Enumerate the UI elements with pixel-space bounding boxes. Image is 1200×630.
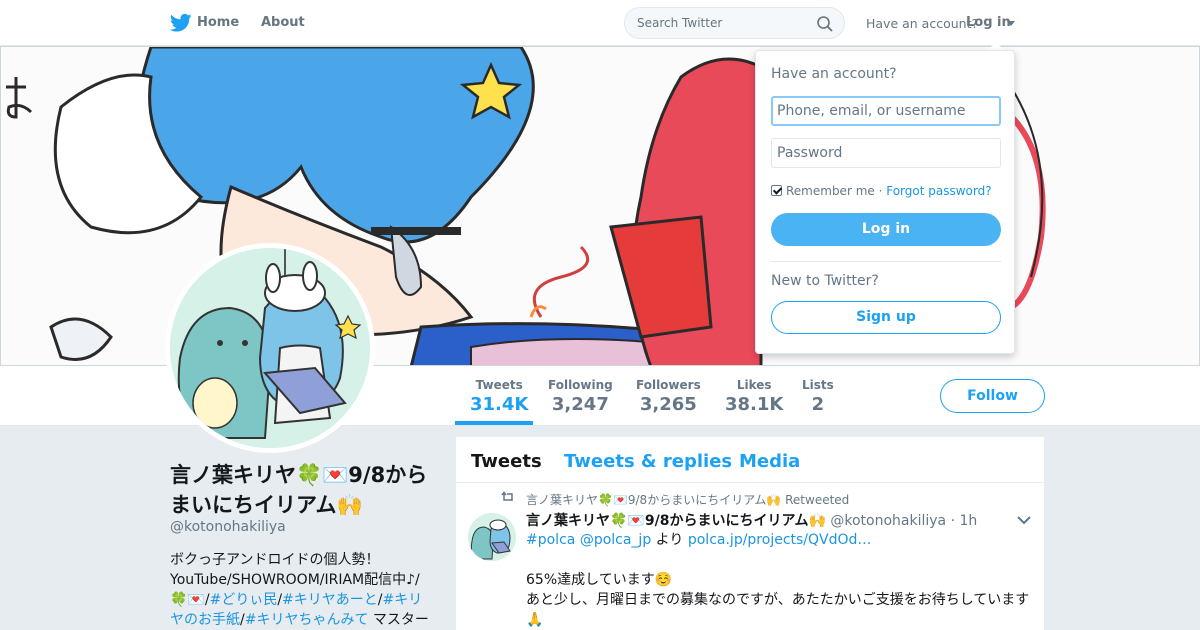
tweet-url-link[interactable]: polca.jp/projects/QVdOd… [688, 532, 872, 548]
separator-dot: · [874, 184, 887, 198]
tweet-author-handle[interactable]: @kotonohakiliya [830, 513, 946, 529]
profile-handle[interactable]: @kotonohakiliya [170, 519, 286, 535]
stat-likes-label: Likes [736, 378, 772, 392]
stat-followers-value: 3,265 [639, 394, 697, 415]
stat-tweets[interactable]: Tweets 31.4K [470, 378, 528, 415]
profile-display-name[interactable]: 言ノ葉キリヤ🍀💌9/8からまいにちイリアム🙌 [170, 460, 440, 520]
bio-hashtag-link[interactable]: #どりぃ民 [210, 592, 278, 608]
tweet-text-line4: 🙏 [526, 612, 544, 628]
active-tab-underline [455, 421, 533, 425]
chevron-down-icon[interactable] [1016, 515, 1032, 525]
login-dropdown-toggle[interactable]: Log in [966, 15, 1011, 30]
stat-tweets-label: Tweets [475, 378, 523, 392]
stat-likes[interactable]: Likes 38.1K [725, 378, 783, 415]
login-dropdown-title: Have an account? [771, 66, 897, 82]
tweet-item[interactable]: 言ノ葉キリヤ🍀💌9/8からまいにちイリアム🙌 Retweeted 言ノ葉キリヤ🍀… [456, 437, 1044, 630]
stat-lists[interactable]: Lists 2 [802, 378, 834, 415]
top-navigation-bar: Home About Search Twitter Have an accoun… [0, 0, 1200, 46]
stat-following-label: Following [548, 378, 613, 392]
stat-lists-label: Lists [802, 378, 834, 392]
retweet-icon [501, 491, 513, 501]
bio-emoji: 🍀💌/ [170, 592, 210, 608]
bio-text-line2: YouTube/SHOWROOM/IRIAM配信中♪/ [170, 572, 420, 588]
username-input[interactable]: Phone, email, or username [771, 96, 1001, 126]
retweeted-by-text[interactable]: 言ノ葉キリヤ🍀💌9/8からまいにちイリアム🙌 Retweeted [526, 491, 849, 508]
login-dropdown: Have an account? Phone, email, or userna… [755, 50, 1015, 354]
follow-button[interactable]: Follow [940, 379, 1045, 413]
stat-likes-value: 38.1K [725, 394, 784, 415]
avatar-illustration [170, 248, 370, 448]
bio-hashtag-link[interactable]: #キリヤちゃんみて [245, 612, 369, 628]
stat-following-value: 3,247 [551, 394, 609, 415]
search-placeholder: Search Twitter [637, 16, 723, 30]
nav-about-link[interactable]: About [261, 15, 305, 30]
stat-followers-label: Followers [636, 378, 701, 392]
remember-me-label[interactable]: Remember me [786, 184, 875, 198]
have-account-text: Have an account? [866, 16, 979, 31]
dropdown-divider [771, 261, 1001, 262]
tweet-header: 言ノ葉キリヤ🍀💌9/8からまいにちイリアム🙌 @kotonohakiliya ·… [526, 510, 977, 530]
password-input[interactable]: Password [771, 138, 1001, 168]
search-field[interactable]: Search Twitter [624, 7, 845, 39]
bio-hashtag-link[interactable]: #キリヤあーと [282, 592, 378, 608]
twitter-bird-icon[interactable] [170, 13, 192, 33]
stat-followers[interactable]: Followers 3,265 [636, 378, 701, 415]
tweet-text-line2: 65%達成しています☺️ [526, 572, 673, 588]
login-submit-button[interactable]: Log in [771, 213, 1001, 246]
signup-button[interactable]: Sign up [771, 301, 1001, 334]
bio-text-line1: ボクっ子アンドロイドの個人勢！ [170, 552, 380, 568]
tweet-text: #polca @polca_jp より polca.jp/projects/QV… [526, 530, 1036, 630]
profile-avatar[interactable] [165, 243, 375, 453]
tweet-avatar-illustration [468, 513, 516, 561]
caret-down-icon[interactable] [1007, 21, 1015, 26]
stat-following[interactable]: Following 3,247 [548, 378, 613, 415]
dropdown-caret [988, 42, 1004, 50]
tweet-hashtag-link[interactable]: #polca [526, 532, 575, 548]
bio-text-tail: マスター [368, 612, 429, 628]
tweet-author-name[interactable]: 言ノ葉キリヤ🍀💌9/8からまいにちイリアム🙌 [526, 513, 826, 529]
tweet-mention-link[interactable]: @polca_jp [580, 532, 651, 548]
tweet-text-line3: あと少し、月曜日までの募集なのですが、あたたかいご支援をお待ちしています [526, 592, 1030, 608]
stat-tweets-value: 31.4K [470, 394, 529, 415]
remember-me-checkbox[interactable] [771, 185, 782, 196]
stat-lists-value: 2 [811, 394, 825, 415]
new-to-twitter-text: New to Twitter? [771, 273, 879, 289]
remember-me-row: Remember me · Forgot password? [771, 184, 992, 198]
nav-home-link[interactable]: Home [197, 15, 239, 30]
tweet-text-yori: より [655, 532, 684, 548]
forgot-password-link[interactable]: Forgot password? [886, 184, 991, 198]
tweet-timestamp[interactable]: · 1h [951, 513, 978, 529]
tweet-avatar[interactable] [468, 513, 516, 561]
profile-bio: ボクっ子アンドロイドの個人勢！ YouTube/SHOWROOM/IRIAM配信… [170, 552, 429, 628]
search-icon[interactable] [816, 15, 834, 33]
